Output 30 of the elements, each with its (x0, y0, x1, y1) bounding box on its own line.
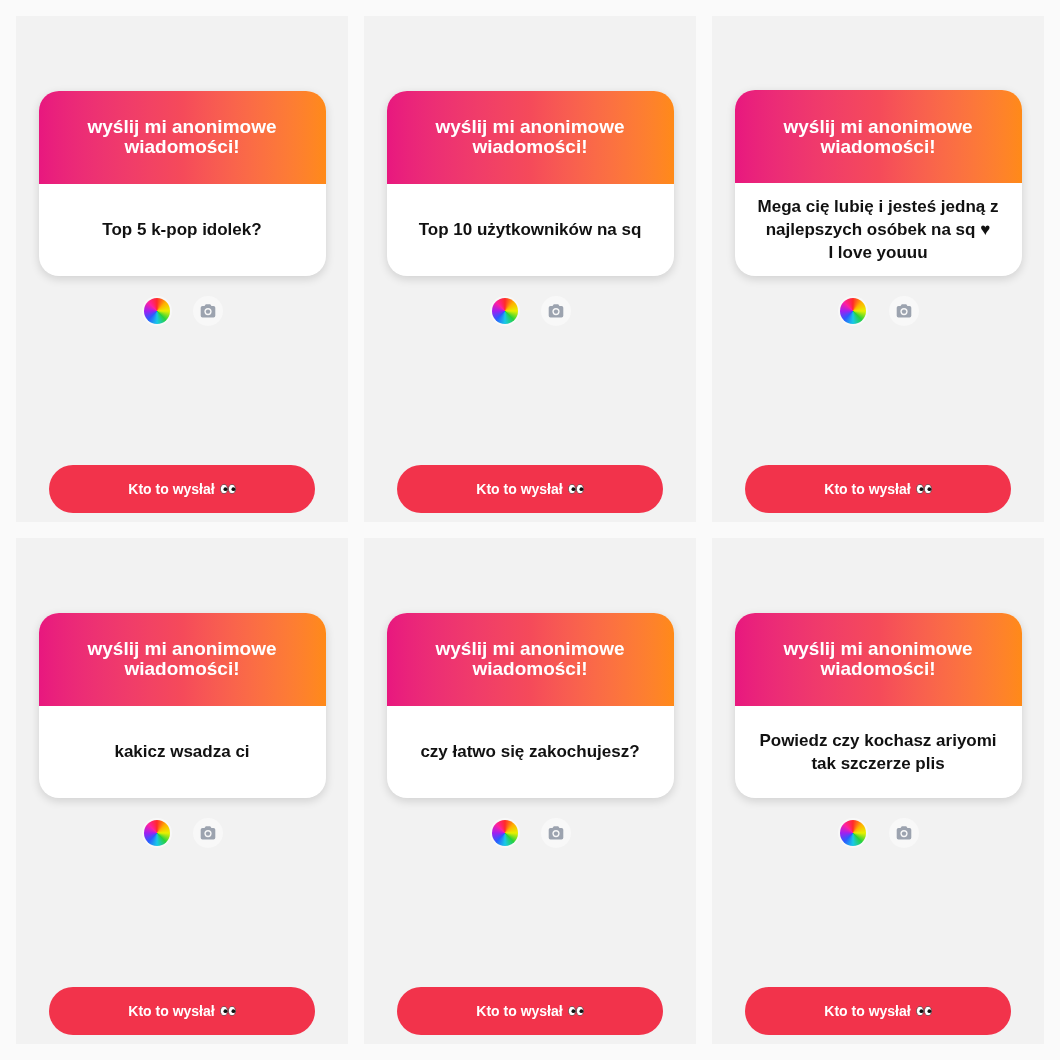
color-wheel-icon[interactable] (141, 295, 172, 326)
question-text: Mega cię lubię i jesteś jedną z najlepszych osóbek na sq ♥ I love youuu (756, 196, 1000, 264)
card-title: wyślij mi anonimowe wiadomości! (782, 116, 974, 157)
card-title: wyślij mi anonimowe wiadomości! (86, 117, 278, 157)
color-wheel-icon[interactable] (837, 296, 868, 326)
question-text: Top 10 użytkowników na sq (418, 219, 642, 241)
who-sent-button[interactable]: Kto to wysłał (397, 987, 663, 1035)
eyes-icon (219, 484, 236, 494)
color-wheel-icon[interactable] (489, 295, 520, 326)
who-sent-button[interactable]: Kto to wysłał (745, 987, 1011, 1035)
who-sent-button[interactable]: Kto to wysłał (397, 465, 663, 513)
eyes-icon (219, 1006, 236, 1016)
eyes-icon (915, 484, 932, 494)
question-text: Top 5 k-pop idolek? (102, 219, 262, 241)
question-text: kakicz wsadza ci (114, 741, 250, 763)
color-wheel-icon[interactable] (141, 817, 172, 848)
question-text: czy łatwo się zakochujesz? (420, 741, 640, 763)
question-text: Powiedz czy kochasz ariyomi tak szczerze plis (758, 729, 998, 775)
eyes-icon (915, 1006, 932, 1016)
color-wheel-icon[interactable] (837, 817, 868, 848)
who-sent-button[interactable]: Kto to wysłał (49, 465, 315, 513)
card-title: wyślij mi anonimowe wiadomości! (782, 639, 974, 679)
card-title: wyślij mi anonimowe wiadomości! (86, 639, 278, 679)
who-sent-button[interactable]: Kto to wysłał (49, 987, 315, 1035)
card-title: wyślij mi anonimowe wiadomości! (434, 639, 626, 679)
eyes-icon (567, 484, 584, 494)
color-wheel-icon[interactable] (489, 817, 520, 848)
eyes-icon (567, 1006, 584, 1016)
card-title: wyślij mi anonimowe wiadomości! (434, 117, 626, 157)
who-sent-button[interactable]: Kto to wysłał (745, 465, 1011, 513)
